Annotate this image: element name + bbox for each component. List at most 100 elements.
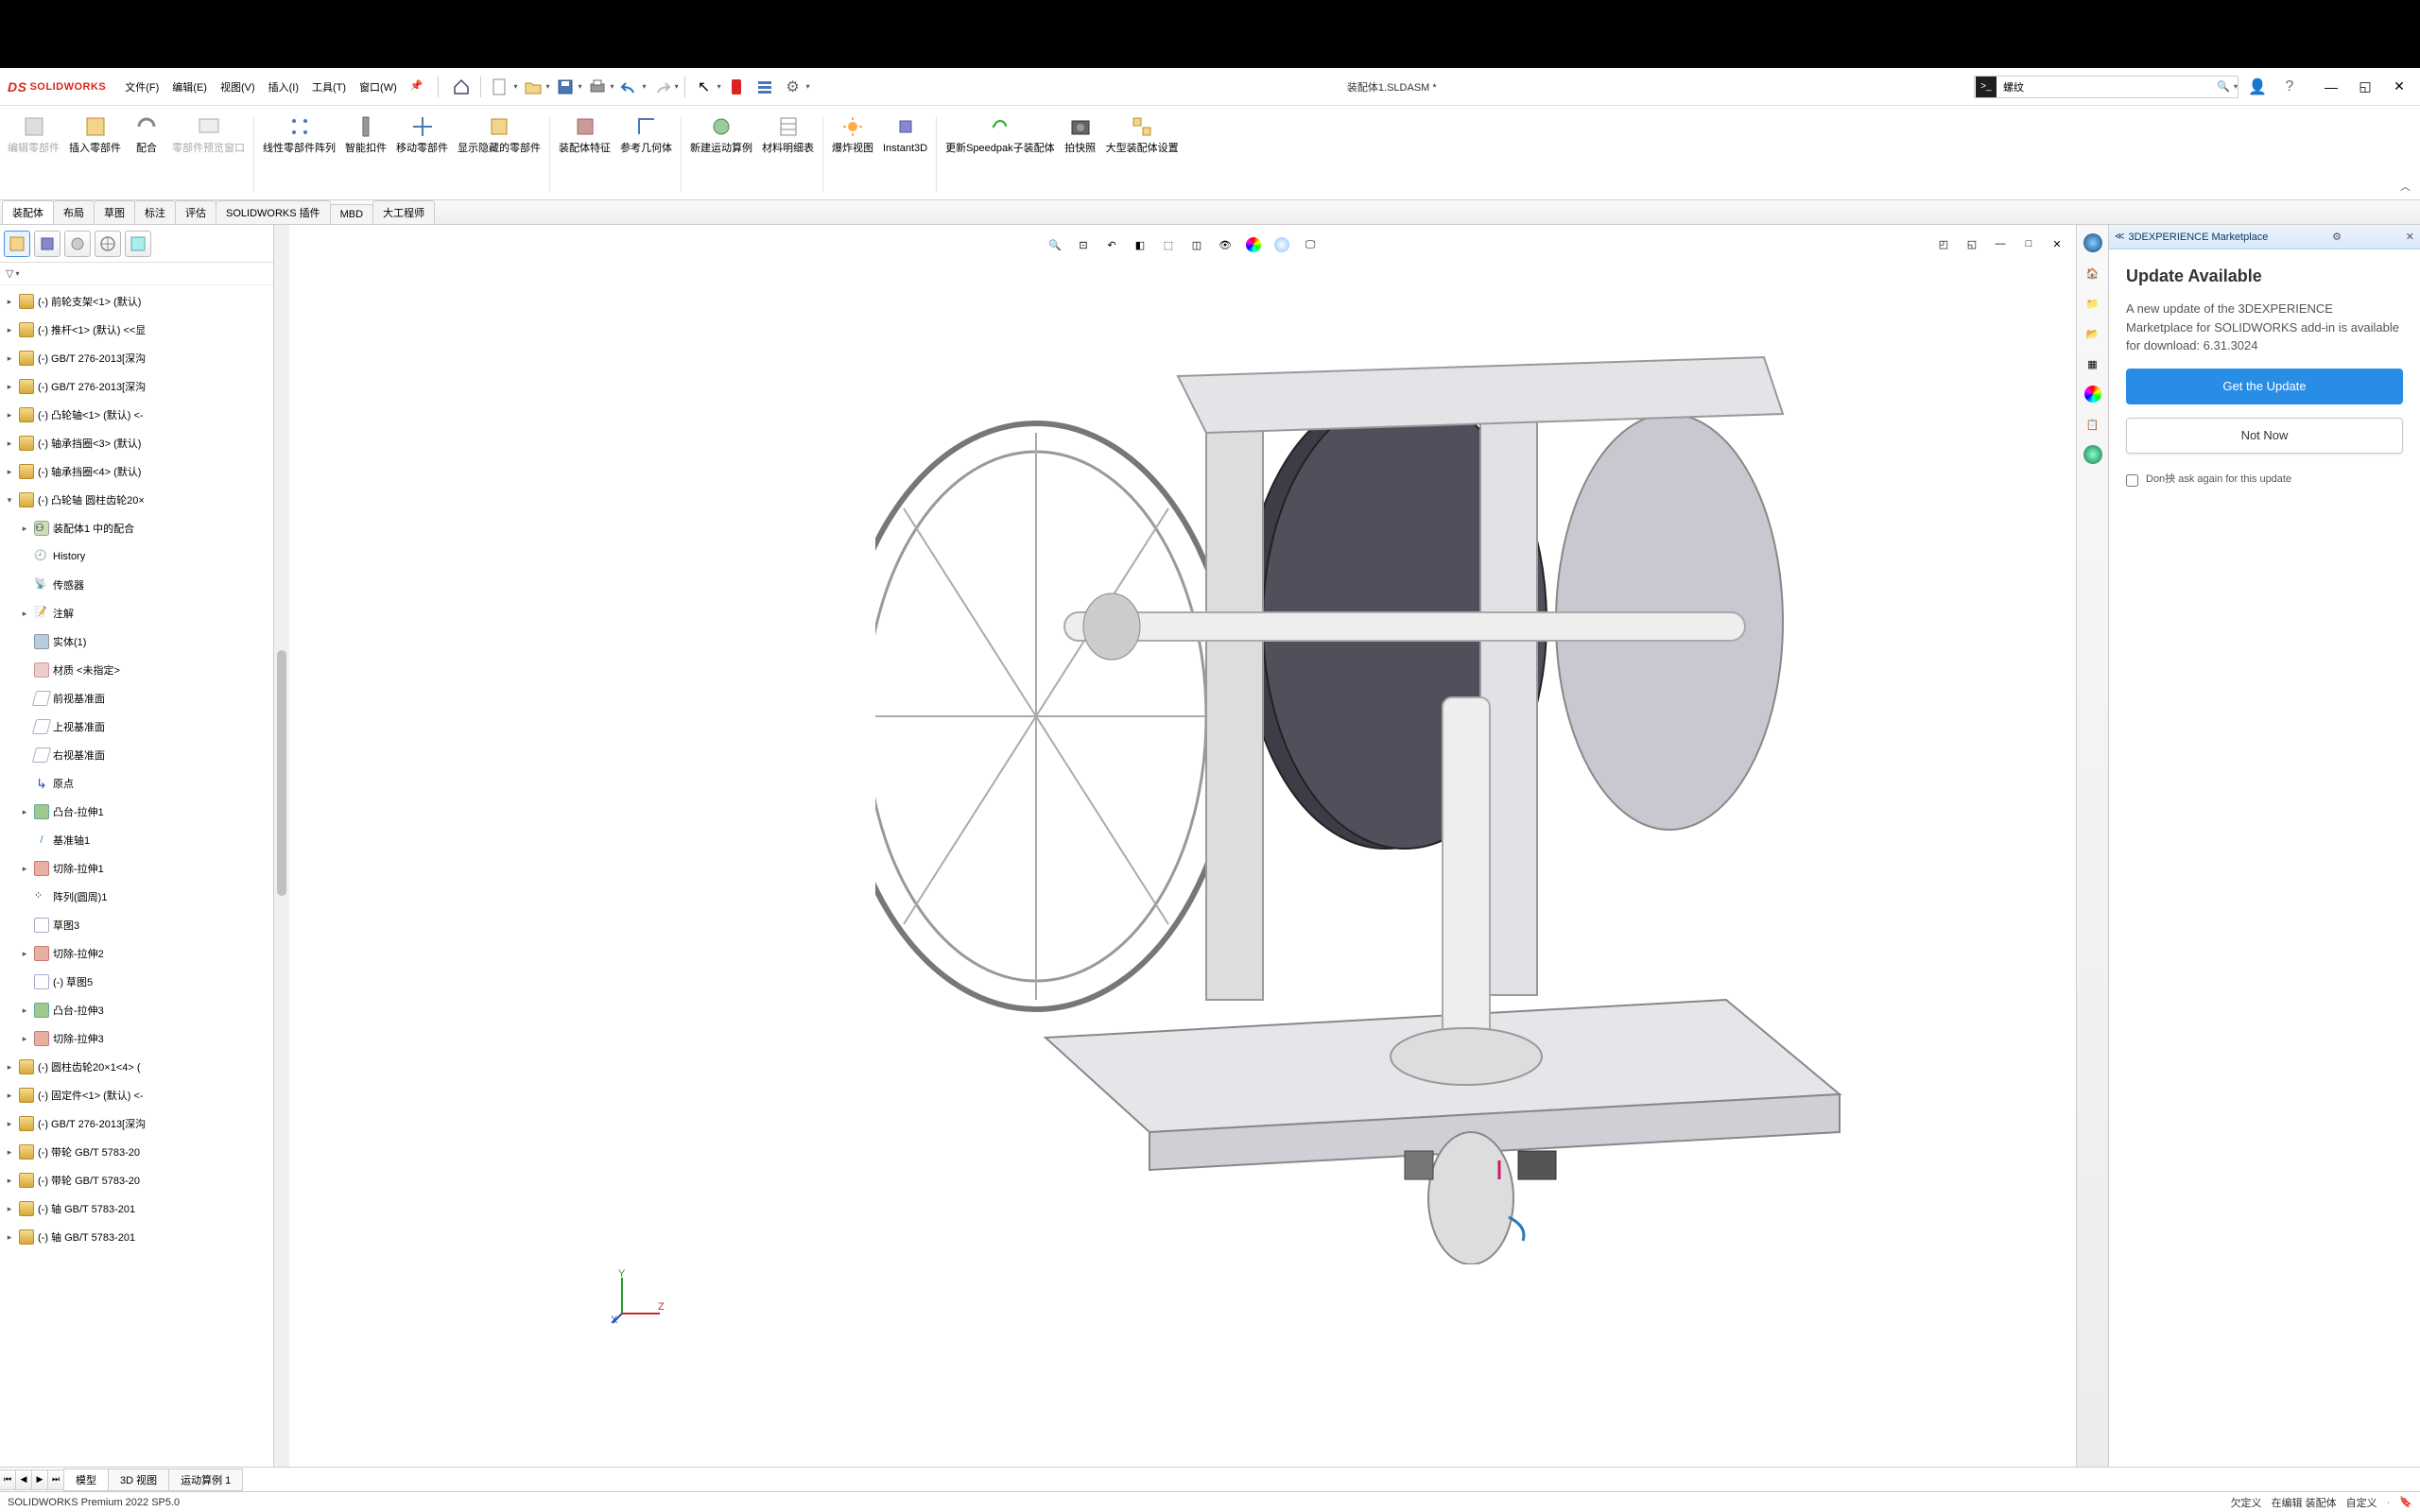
ribbon-collapse-icon[interactable]: ︿ [2400,179,2411,194]
view-palette-tab-icon[interactable]: ▦ [2081,352,2105,376]
print-icon[interactable] [584,74,611,100]
open-icon[interactable] [520,74,546,100]
close-icon[interactable]: ✕ [2386,74,2412,100]
tree-item[interactable]: ▸(-) 前轮支架<1> (默认) [0,287,273,316]
tree-item[interactable]: ▸切除-拉伸1 [0,854,273,883]
forum-tab-icon[interactable] [2081,442,2105,467]
tree-item[interactable]: 草图3 [0,911,273,939]
dont-ask-checkbox-row[interactable]: Don抰 ask again for this update [2126,471,2403,487]
move-component-button[interactable]: 移动零部件 [392,110,452,197]
custom-properties-tab-icon[interactable]: 📋 [2081,412,2105,437]
tab-MBD[interactable]: MBD [330,204,373,224]
tab-评估[interactable]: 评估 [175,200,216,224]
tree-item[interactable]: 前视基准面 [0,684,273,713]
tab-SOLIDWORKS 插件[interactable]: SOLIDWORKS 插件 [216,200,331,224]
tree-item[interactable]: ⁘阵列(圆周)1 [0,883,273,911]
scrollbar-thumb[interactable] [277,650,286,896]
menu-edit[interactable]: 编辑(E) [166,76,213,98]
feature-tree[interactable]: ▸(-) 前轮支架<1> (默认)▸(-) 推杆<1> (默认) <<显▸(-)… [0,285,273,1467]
mdi-float-icon[interactable]: ◱ [1959,231,1985,257]
tree-item[interactable]: ▾(-) 凸轮轴 圆柱齿轮20× [0,486,273,514]
tab-nav-first-icon[interactable]: ⏮ [0,1469,16,1490]
tree-item[interactable]: 实体(1) [0,627,273,656]
dont-ask-checkbox[interactable] [2126,474,2138,487]
display-manager-tab-icon[interactable] [125,231,151,257]
select-icon[interactable]: ↖ [691,74,717,100]
tree-item[interactable]: ▸(-) GB/T 276-2013[深沟 [0,344,273,372]
tree-item[interactable]: /基准轴1 [0,826,273,854]
tree-item[interactable]: ▸(-) 轴 GB/T 5783-201 [0,1194,273,1223]
tree-item[interactable]: ▸切除-拉伸2 [0,939,273,968]
design-library-tab-icon[interactable]: 📁 [2081,291,2105,316]
bom-button[interactable]: 材料明细表 [758,110,818,197]
menu-insert[interactable]: 插入(I) [263,76,304,98]
instant3d-button[interactable]: Instant3D [879,110,931,197]
mate-button[interactable]: 配合 [127,110,166,197]
tree-item[interactable]: ▸(-) 轴承挡圈<3> (默认) [0,429,273,457]
tree-item[interactable]: ▸📝注解 [0,599,273,627]
menu-pin-icon[interactable]: 📌 [405,76,429,98]
bottom-tab-模型[interactable]: 模型 [63,1469,109,1491]
tree-item[interactable]: ▸凸台-拉伸3 [0,996,273,1024]
tree-item[interactable]: ▸(-) GB/T 276-2013[深沟 [0,1109,273,1138]
exploded-view-button[interactable]: 爆炸视图 [828,110,877,197]
mdi-dock-icon[interactable]: ◰ [1930,231,1957,257]
tree-item[interactable]: 上视基准面 [0,713,273,741]
tree-item[interactable]: 📡传感器 [0,571,273,599]
tree-item[interactable]: ▸(-) GB/T 276-2013[深沟 [0,372,273,401]
options-icon[interactable] [752,74,778,100]
undo-icon[interactable] [616,74,643,100]
configuration-manager-tab-icon[interactable] [64,231,91,257]
tab-草图[interactable]: 草图 [94,200,135,224]
tree-item[interactable]: ▸切除-拉伸3 [0,1024,273,1053]
3dexperience-tab-icon[interactable] [2081,231,2105,255]
orientation-triad[interactable]: Y Z X [611,1268,667,1325]
tree-item[interactable]: ↳原点 [0,769,273,798]
smart-fasteners-button[interactable]: 智能扣件 [341,110,390,197]
assembly-features-button[interactable]: 装配体特征 [555,110,614,197]
search-input[interactable] [1997,77,2211,97]
rebuild-icon[interactable] [723,74,750,100]
mdi-maximize-icon[interactable]: □ [2015,231,2042,257]
status-tag-icon[interactable]: 🔖 [2399,1496,2412,1508]
tab-大工程师[interactable]: 大工程师 [372,200,435,224]
tree-item[interactable]: ▸(-) 圆柱齿轮20×1<4> ( [0,1053,273,1081]
menu-window[interactable]: 窗口(W) [354,76,403,98]
not-now-button[interactable]: Not Now [2126,418,2403,454]
tree-scrollbar[interactable] [274,225,289,1467]
tab-nav-prev-icon[interactable]: ◀ [15,1469,32,1490]
bottom-tab-运动算例 1[interactable]: 运动算例 1 [168,1469,243,1491]
save-icon[interactable] [552,74,579,100]
show-hidden-button[interactable]: 显示隐藏的零部件 [454,110,544,197]
home-icon[interactable] [448,74,475,100]
large-assembly-button[interactable]: 大型装配体设置 [1102,110,1183,197]
tree-item[interactable]: 右视基准面 [0,741,273,769]
graphics-viewport[interactable]: 🔍 ⊡ ↶ ◧ ⬚ ◫ 👁 🖵 ◰ ◱ — □ ✕ [289,225,2076,1467]
appearances-tab-icon[interactable] [2081,382,2105,406]
search-icon[interactable]: 🔍 [2211,80,2236,93]
tree-item[interactable]: ▸(-) 轴承挡圈<4> (默认) [0,457,273,486]
command-search[interactable]: >_ 🔍▾ [1974,76,2238,98]
bottom-tab-3D 视图[interactable]: 3D 视图 [108,1469,169,1491]
tree-item[interactable]: ▸⚇装配体1 中的配合 [0,514,273,542]
tree-item[interactable]: ▸(-) 带轮 GB/T 5783-20 [0,1166,273,1194]
panel-close-icon[interactable]: ✕ [2406,231,2414,243]
tree-item[interactable]: (-) 草图5 [0,968,273,996]
file-explorer-tab-icon[interactable]: 📂 [2081,321,2105,346]
new-icon[interactable] [487,74,513,100]
panel-chevron-icon[interactable]: ≪ [2115,232,2124,242]
status-custom[interactable]: 自定义 [2346,1495,2377,1510]
feature-tree-tab-icon[interactable] [4,231,30,257]
get-update-button[interactable]: Get the Update [2126,369,2403,404]
tab-nav-next-icon[interactable]: ▶ [31,1469,48,1490]
tree-item[interactable]: 材质 <未指定> [0,656,273,684]
dimxpert-tab-icon[interactable] [95,231,121,257]
property-manager-tab-icon[interactable] [34,231,60,257]
maximize-icon[interactable]: ◱ [2352,74,2378,100]
tab-nav-last-icon[interactable]: ⏭ [47,1469,64,1490]
menu-view[interactable]: 视图(V) [215,76,261,98]
new-motion-study-button[interactable]: 新建运动算例 [686,110,756,197]
tree-item[interactable]: ▸(-) 凸轮轴<1> (默认) <- [0,401,273,429]
update-speedpak-button[interactable]: 更新Speedpak子装配体 [942,110,1059,197]
tree-filter[interactable]: ▽ ▾ [0,263,273,285]
